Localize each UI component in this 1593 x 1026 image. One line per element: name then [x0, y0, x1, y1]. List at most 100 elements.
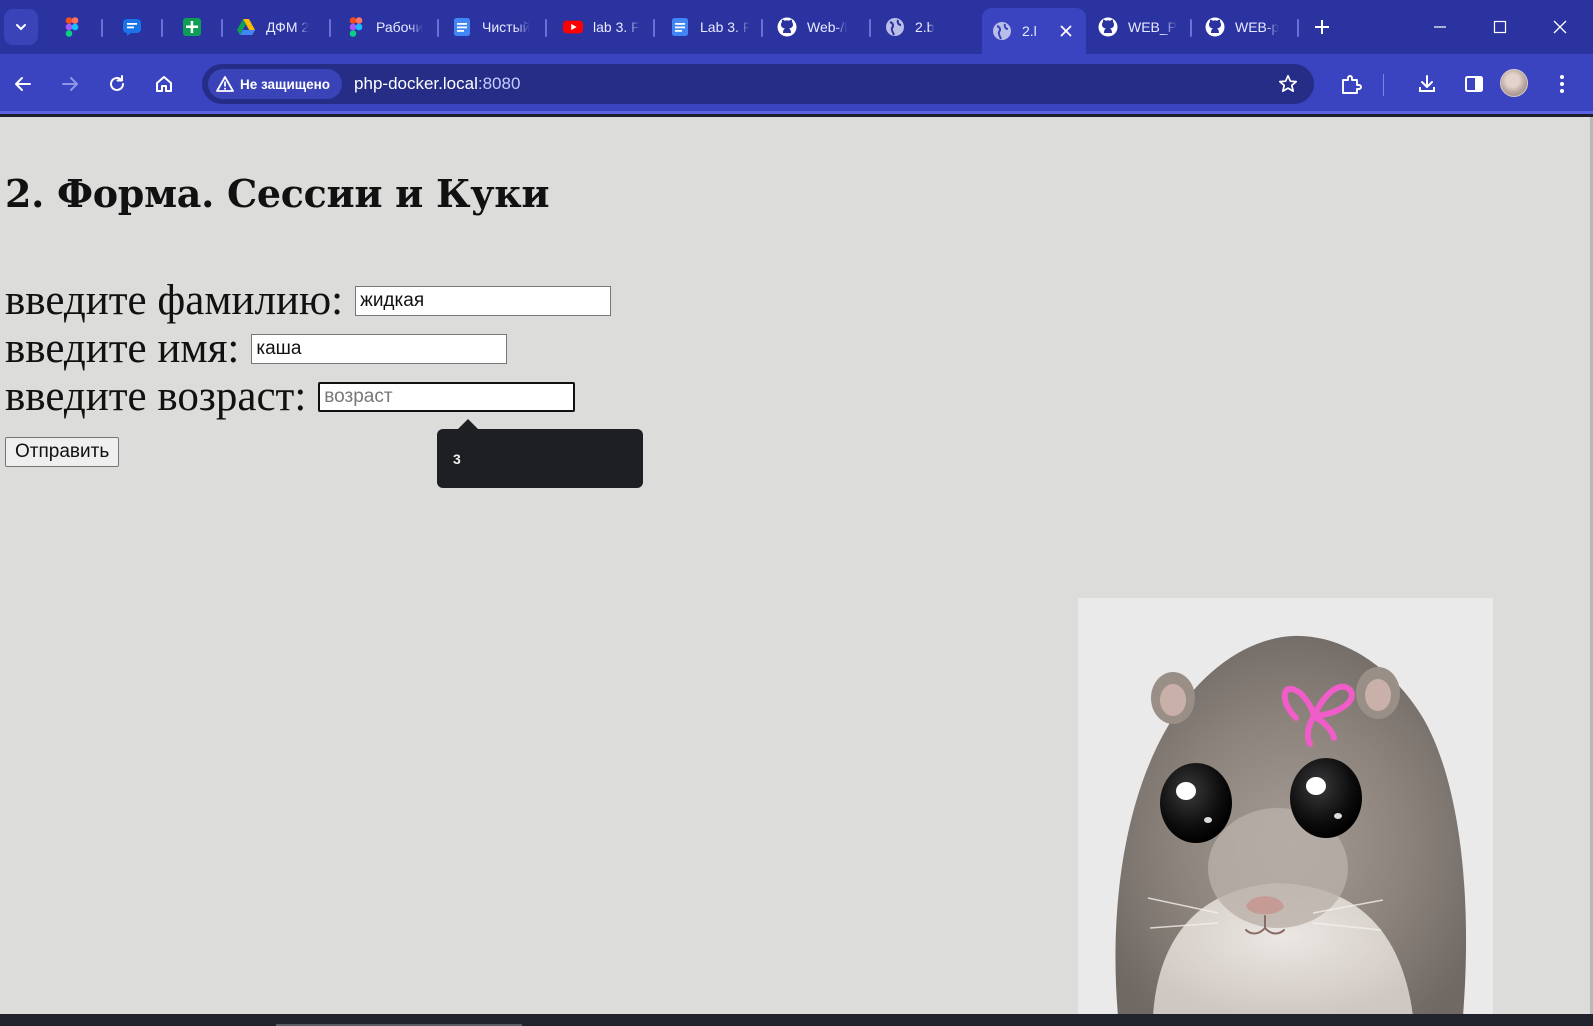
tab-separator [869, 19, 871, 37]
tab-github-web-p[interactable]: WEB_P [1098, 8, 1180, 46]
docs-icon [452, 17, 472, 37]
tab-search-button[interactable] [4, 9, 38, 45]
toolbar-separator [1383, 74, 1384, 96]
github-icon [1098, 17, 1118, 37]
reload-button[interactable] [102, 69, 132, 99]
tab-separator [1190, 19, 1192, 37]
submit-button[interactable]: Отправить [5, 437, 120, 467]
download-icon [1419, 75, 1435, 92]
tooltip-text: 3 [453, 451, 461, 467]
tab-github-web-p2[interactable]: WEB-p [1205, 8, 1285, 46]
tab-label: ДФМ 2 [266, 19, 310, 35]
sheets-icon [182, 17, 202, 37]
security-label: Не защищено [240, 76, 331, 92]
tab-drive[interactable]: ДФМ 2 [236, 8, 318, 46]
tab-separator [101, 19, 103, 37]
drive-icon [236, 17, 256, 37]
globe-icon [992, 21, 1012, 41]
tab-separator [1297, 19, 1299, 37]
tab-docs-lab[interactable]: Lab 3. F [670, 8, 750, 46]
arrow-left-icon [15, 77, 31, 91]
tooltip-arrow [458, 419, 478, 429]
close-window-button[interactable] [1547, 14, 1573, 40]
hamster-image [1078, 598, 1493, 1014]
home-button[interactable] [149, 69, 179, 99]
tab-label: 2.b [915, 19, 935, 35]
github-icon [1205, 17, 1225, 37]
plus-icon [1315, 20, 1329, 34]
page-viewport: 2. Форма. Сессии и Куки введите фамилию:… [0, 117, 1590, 1014]
name-row: введите имя: [5, 325, 508, 373]
github-icon [777, 17, 797, 37]
youtube-icon [563, 17, 583, 37]
tab-label: Рабочи [376, 19, 424, 35]
tab-label: Web-/l [807, 19, 848, 35]
tab-youtube[interactable]: lab 3. F [563, 8, 643, 46]
home-icon [156, 76, 172, 92]
star-icon [1278, 74, 1298, 93]
tab-github[interactable]: Web-/l [777, 8, 857, 46]
surname-input[interactable] [355, 286, 612, 316]
side-panel-icon [1465, 76, 1483, 92]
chevron-down-icon [16, 24, 26, 31]
close-tab-icon[interactable] [1056, 21, 1076, 41]
surname-row: введите фамилию: [5, 277, 612, 325]
tab-separator [161, 19, 163, 37]
minimize-icon [1434, 26, 1446, 28]
warning-icon [216, 76, 234, 92]
tab-label: lab 3. F [593, 19, 640, 35]
figma-icon [62, 17, 82, 37]
bookmark-button[interactable] [1276, 72, 1300, 96]
menu-button[interactable] [1547, 69, 1577, 99]
tab-active[interactable]: 2.l [982, 8, 1086, 54]
globe-icon [885, 17, 905, 37]
url-host: php-docker.local [354, 74, 478, 93]
age-input[interactable] [318, 382, 576, 412]
chat-icon [122, 17, 142, 37]
security-chip[interactable]: Не защищено [208, 69, 343, 99]
more-vertical-icon [1560, 75, 1564, 93]
reload-icon [110, 75, 124, 91]
close-icon [1553, 20, 1567, 34]
tab-label: 2.l [1022, 23, 1037, 39]
new-tab-button[interactable] [1308, 13, 1336, 41]
profile-avatar[interactable] [1500, 69, 1528, 97]
tab-chat[interactable] [122, 8, 152, 46]
address-bar[interactable]: Не защищено php-docker.local:8080 [202, 64, 1314, 104]
url-port: :8080 [477, 74, 521, 93]
maximize-icon [1493, 20, 1507, 34]
tab-sheets[interactable] [182, 8, 212, 46]
tab-separator [221, 19, 223, 37]
taskbar-edge [0, 1014, 1593, 1026]
tab-label: WEB-p [1235, 19, 1280, 35]
side-panel-button[interactable] [1459, 69, 1489, 99]
downloads-button[interactable] [1412, 69, 1442, 99]
surname-label: введите фамилию: [5, 277, 344, 324]
figma-icon [346, 17, 366, 37]
page-title: 2. Форма. Сессии и Куки [5, 171, 550, 216]
age-label: введите возраст: [5, 373, 307, 420]
tab-figma[interactable] [62, 8, 92, 46]
autofill-tooltip: 3 [437, 429, 643, 488]
age-row: введите возраст: [5, 373, 576, 421]
puzzle-icon [1342, 75, 1362, 94]
maximize-button[interactable] [1487, 14, 1513, 40]
url-text[interactable]: php-docker.local:8080 [354, 74, 520, 94]
tab-local-2b[interactable]: 2.b [885, 8, 965, 46]
forward-button[interactable] [55, 69, 85, 99]
extensions-button[interactable] [1336, 69, 1366, 99]
back-button[interactable] [8, 69, 38, 99]
tab-label: Lab 3. F [700, 19, 750, 35]
tab-label: WEB_P [1128, 19, 1178, 35]
tab-figma-board[interactable]: Рабочи [346, 8, 426, 46]
tab-separator [653, 19, 655, 37]
docs-icon [670, 17, 690, 37]
browser-toolbar: Не защищено php-docker.local:8080 [0, 54, 1593, 114]
name-input[interactable] [251, 334, 508, 364]
arrow-right-icon [62, 77, 78, 91]
minimize-button[interactable] [1427, 14, 1453, 40]
tab-separator [545, 19, 547, 37]
tab-label: Чистый [482, 19, 531, 35]
tab-separator [761, 19, 763, 37]
tab-docs[interactable]: Чистый [452, 8, 536, 46]
